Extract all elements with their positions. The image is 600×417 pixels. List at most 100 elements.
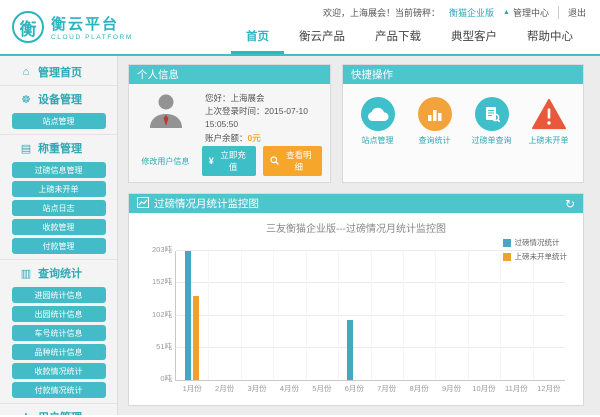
nav-item-customers[interactable]: 典型客户 (436, 24, 512, 54)
gridline-v (500, 251, 501, 380)
stats-icon: ▥ (20, 267, 32, 280)
gridline-v (533, 251, 534, 380)
last-login-time: 15:05:50 (205, 118, 308, 131)
y-axis-label: 152吨 (132, 276, 172, 287)
logo-icon: 衡 (12, 11, 44, 43)
main-content: 个人信息 您好：上海展会 上次登录时间：2015-07-10 (118, 56, 600, 415)
sidebar-section-2[interactable]: ▤称重管理 (0, 134, 117, 161)
quick-action-site-management[interactable]: 站点管理 (354, 97, 402, 146)
sidebar-item[interactable]: 出园统计信息 (12, 306, 106, 322)
y-axis-label: 51吨 (132, 341, 172, 352)
cloud-icon (361, 97, 395, 131)
refresh-icon[interactable]: ↻ (565, 197, 575, 211)
quick-action-unticketed-weigh[interactable]: 上磅未开单 (525, 97, 573, 146)
legend-item[interactable]: 上磅未开单统计 (503, 251, 568, 262)
legend-swatch (503, 253, 511, 261)
x-axis-label: 6月份 (345, 383, 364, 394)
sidebar-section-1[interactable]: ☸ 设备管理 (0, 85, 117, 112)
sidebar-item[interactable]: 车号统计信息 (12, 325, 106, 341)
sidebar-item[interactable]: 站点日志 (12, 200, 106, 216)
platform-subtitle: CLOUD PLATFORM (51, 34, 133, 41)
personal-info-body: 您好：上海展会 上次登录时间：2015-07-10 15:05:50 账户余额：… (129, 84, 330, 182)
personal-buttons: ¥ 立即充值 查看明细 (202, 146, 322, 176)
brand-logo[interactable]: 衡 衡云平台 CLOUD PLATFORM (0, 0, 185, 54)
header-right: 欢迎，上海展会！当前磅秤： 衡猫企业版 ▲ 管理中心 退出 首页衡云产品产品下载… (185, 0, 600, 54)
avatar (147, 91, 185, 134)
legend-label: 上磅未开单统计 (515, 251, 568, 262)
sidebar-item[interactable]: 过磅信息管理 (12, 162, 106, 178)
x-axis-label: 1月份 (183, 383, 202, 394)
legend-item[interactable]: 过磅情况统计 (503, 237, 568, 248)
magnifier-icon (270, 156, 279, 167)
y-axis-label: 102吨 (132, 309, 172, 320)
gear-icon: ☸ (20, 93, 32, 106)
nav-item-help[interactable]: 帮助中心 (512, 24, 588, 54)
sidebar-item[interactable]: 付款管理 (12, 238, 106, 254)
bar-chart-icon (418, 97, 452, 131)
recharge-button[interactable]: ¥ 立即充值 (202, 146, 257, 176)
quick-actions-body: 站点管理查询统计过磅单查询上磅未开单 (343, 84, 583, 182)
yen-icon: ¥ (209, 156, 214, 166)
view-detail-button[interactable]: 查看明细 (263, 146, 322, 176)
quick-action-query-stats[interactable]: 查询统计 (411, 97, 459, 146)
personal-info-title: 个人信息 (137, 67, 179, 82)
gridline-v (403, 251, 404, 380)
gridline-v (241, 251, 242, 380)
welcome-bar: 欢迎，上海展会！当前磅秤： 衡猫企业版 ▲ 管理中心 退出 (323, 0, 600, 19)
logout-link[interactable]: 退出 (558, 6, 586, 19)
quick-action-label: 上磅未开单 (525, 136, 573, 146)
sidebar-section-3[interactable]: ▥查询统计 (0, 259, 117, 286)
nav-item-home[interactable]: 首页 (231, 24, 284, 54)
bar-primary[interactable] (185, 251, 191, 380)
x-axis-label: 12月份 (537, 383, 560, 394)
personal-info-panel: 个人信息 您好：上海展会 上次登录时间：2015-07-10 (128, 64, 331, 183)
last-login-label: 上次登录时间： (205, 106, 265, 116)
sidebar-item[interactable]: 进园统计信息 (12, 287, 106, 303)
nav-item-products[interactable]: 衡云产品 (284, 24, 360, 54)
x-axis-label: 10月份 (472, 383, 495, 394)
sidebar: ⌂ 管理首页 ☸ 设备管理站点管理 ▤称重管理过磅信息管理上磅未开单站点日志收款管理付款… (0, 56, 118, 415)
sidebar-item[interactable]: 收款管理 (12, 219, 106, 235)
x-axis-label: 2月份 (215, 383, 234, 394)
sidebar-section-label: 设备管理 (38, 91, 82, 107)
sidebar-item[interactable]: 品种统计信息 (12, 344, 106, 360)
sidebar-item[interactable]: 上磅未开单 (12, 181, 106, 197)
chart-panel-header: 过磅情况月统计监控图 ↻ (129, 194, 583, 213)
x-axis-label: 3月份 (247, 383, 266, 394)
bar-secondary[interactable] (193, 296, 199, 380)
current-scale-link[interactable]: 衡猫企业版 (449, 6, 494, 19)
x-axis-label: 9月份 (442, 383, 461, 394)
sidebar-section-label: 管理首页 (38, 64, 82, 80)
warning-icon (532, 97, 566, 131)
edit-user-link[interactable]: 修改用户信息 (137, 156, 194, 167)
greeting-line: 您好：上海展会 (205, 92, 308, 105)
chart-panel: 过磅情况月统计监控图 ↻ 三友衡猫企业版---过磅情况月统计监控图 过磅情况统计… (128, 193, 584, 406)
recharge-label: 立即充值 (217, 149, 250, 173)
platform-name: 衡云平台 (51, 13, 133, 34)
quick-actions-header: 快捷操作 (343, 65, 583, 84)
y-axis-label: 203吨 (132, 244, 172, 255)
sidebar-section-items-3: 进园统计信息出园统计信息车号统计信息品种统计信息收款情况统计付款情况统计 (0, 286, 117, 403)
home-icon: ⌂ (20, 66, 32, 78)
logo-text: 衡云平台 CLOUD PLATFORM (51, 13, 133, 41)
sidebar-item[interactable]: 付款情况统计 (12, 382, 106, 398)
personal-info-top: 您好：上海展会 上次登录时间：2015-07-10 15:05:50 账户余额：… (137, 91, 322, 146)
gridline-v (468, 251, 469, 380)
sidebar-item[interactable]: 站点管理 (12, 113, 106, 129)
admin-center-link[interactable]: 管理中心 (513, 6, 549, 19)
gridline-v (306, 251, 307, 380)
bar-primary[interactable] (347, 320, 353, 380)
sidebar-section-4[interactable]: ♟用户管理 (0, 403, 117, 415)
chart-panel-title: 过磅情况月统计监控图 (154, 196, 259, 211)
quick-action-weigh-ticket-query[interactable]: 过磅单查询 (468, 97, 516, 146)
search-doc-icon (475, 97, 509, 131)
quick-action-label: 过磅单查询 (468, 136, 516, 146)
page-body: ⌂管理首页☸设备管理站点管理▤称重管理过磅信息管理上磅未开单站点日志收款管理付款… (0, 56, 600, 415)
admin-center[interactable]: ▲ 管理中心 (503, 6, 549, 19)
scale-icon: ▤ (20, 142, 32, 155)
nav-item-downloads[interactable]: 产品下载 (360, 24, 436, 54)
sidebar-section-items-2: 过磅信息管理上磅未开单站点日志收款管理付款管理 (0, 161, 117, 259)
quick-actions-title: 快捷操作 (351, 67, 393, 82)
sidebar-section-0[interactable]: ⌂ 管理首页 (0, 56, 117, 85)
sidebar-item[interactable]: 收款情况统计 (12, 363, 106, 379)
